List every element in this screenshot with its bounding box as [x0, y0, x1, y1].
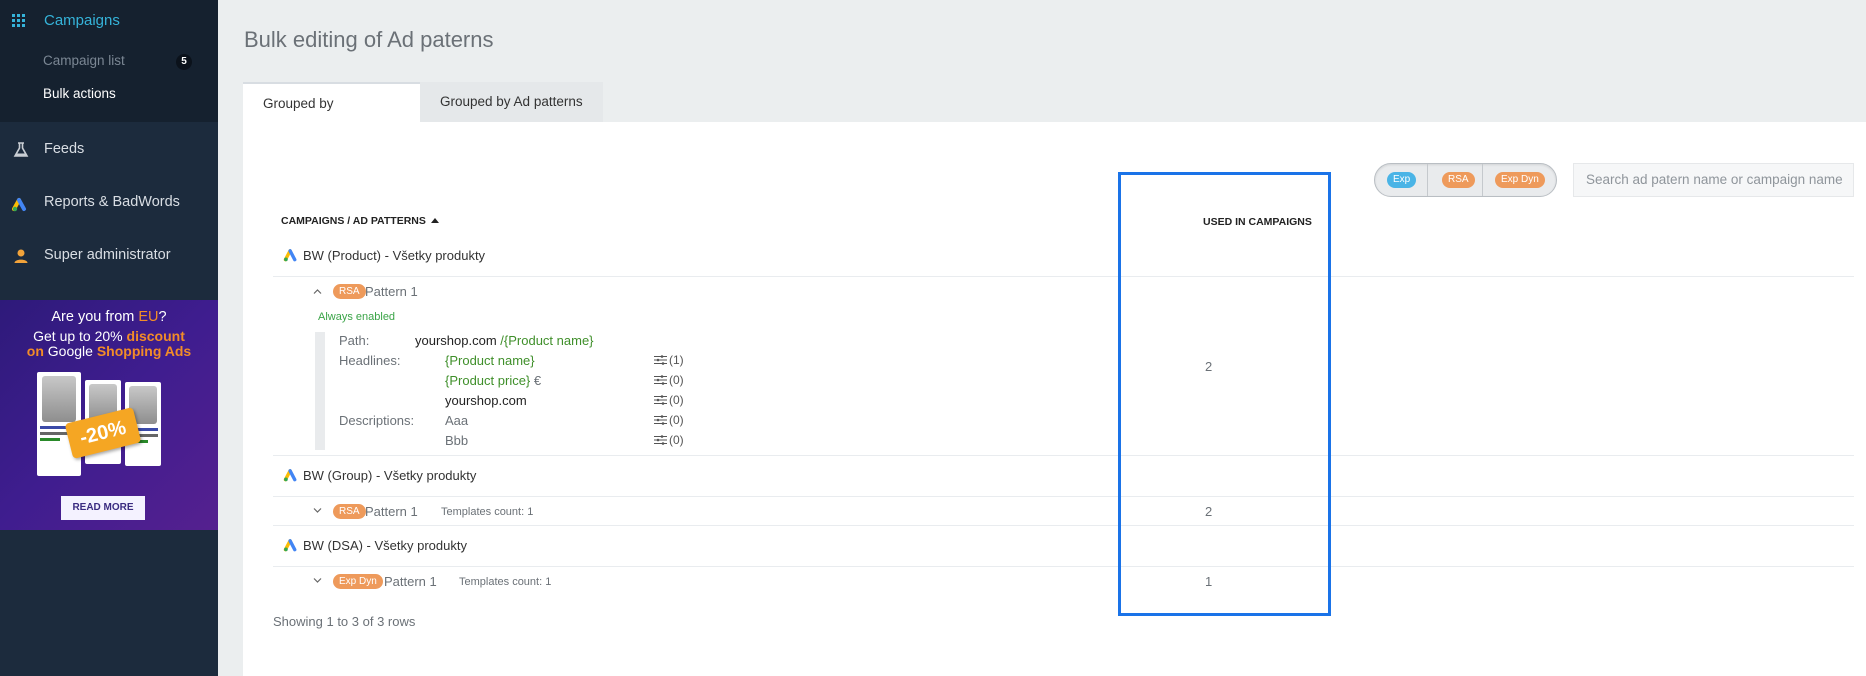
- search-input[interactable]: Search ad patern name or campaign name: [1573, 163, 1854, 197]
- filter-lines-icon: [654, 395, 667, 405]
- campaign-row: BW (DSA) - Všetky produkty: [283, 538, 467, 553]
- pattern-name[interactable]: Pattern 1: [384, 574, 437, 589]
- headline-1: {Product name}: [445, 353, 535, 368]
- divider: [273, 276, 1854, 277]
- promo-headline: Are you from EU?: [51, 309, 167, 325]
- description-1: Aaa: [445, 413, 469, 428]
- pattern-name[interactable]: Pattern 1: [365, 504, 418, 519]
- campaigns-subnav: Campaign list 5 Bulk actions: [0, 42, 218, 122]
- filter-lines-icon: [654, 435, 667, 445]
- campaign-name: BW (Product) - Všetky produkty: [303, 248, 486, 263]
- exp-dyn-badge: Exp Dyn: [333, 574, 383, 589]
- campaign-row: BW (Group) - Všetky produkty: [283, 468, 476, 483]
- divider: [273, 455, 1854, 456]
- path-label: Path:: [339, 333, 370, 348]
- nav-feeds[interactable]: Feeds: [0, 130, 218, 170]
- promo-banner[interactable]: Are you from EU? Get up to 20% discount …: [0, 300, 218, 530]
- chevron-up-icon[interactable]: [313, 287, 322, 296]
- detail-indent-bar: [315, 332, 325, 450]
- path-value: yourshop.com /{Product name}: [415, 333, 594, 348]
- description-2-count: (0): [654, 433, 684, 447]
- used-in-campaigns-highlight: [1118, 172, 1331, 616]
- pagination-info: Showing 1 to 3 of 3 rows: [273, 614, 416, 629]
- nav-super-admin[interactable]: Super administrator: [0, 236, 218, 276]
- apps-grid-icon: [12, 14, 25, 27]
- rsa-chip: RSA: [1442, 172, 1475, 188]
- filter-lines-icon: [654, 375, 667, 385]
- description-2: Bbb: [445, 433, 469, 448]
- nav-super-admin-label: Super administrator: [44, 247, 171, 263]
- templates-count: Templates count: 1: [459, 576, 552, 588]
- exp-dyn-chip: Exp Dyn: [1495, 172, 1545, 188]
- chevron-down-icon[interactable]: [313, 576, 322, 585]
- nav-reports[interactable]: Reports & BadWords: [0, 183, 218, 223]
- pattern-name[interactable]: Pattern 1: [365, 284, 418, 299]
- headline-3: yourshop.com: [445, 393, 527, 408]
- nav-campaigns-label: Campaigns: [44, 12, 120, 29]
- divider: [273, 566, 1854, 567]
- templates-count: Templates count: 1: [441, 506, 534, 518]
- filter-exp-dyn[interactable]: Exp Dyn: [1483, 164, 1556, 196]
- google-ads-icon: [283, 539, 297, 552]
- user-icon: [14, 249, 28, 263]
- nav-reports-label: Reports & BadWords: [44, 194, 180, 210]
- sidebar: Campaigns Campaign list 5 Bulk actions F…: [0, 0, 218, 676]
- filter-exp[interactable]: Exp: [1375, 164, 1428, 196]
- ad-type-filter: Exp RSA Exp Dyn: [1374, 163, 1557, 197]
- google-ads-icon: [283, 469, 297, 482]
- divider: [273, 496, 1854, 497]
- tab-grouped-by-ad-patterns[interactable]: Grouped by Ad patterns: [420, 82, 603, 122]
- campaign-row: BW (Product) - Všetky produkty: [283, 248, 485, 263]
- tab-grouped-by-campaigns[interactable]: Grouped by Campaigns: [243, 82, 420, 151]
- filter-lines-icon: [654, 415, 667, 425]
- headline-1-count: (1): [654, 353, 684, 367]
- rsa-badge: RSA: [333, 504, 366, 519]
- headline-2-count: (0): [654, 373, 684, 387]
- chevron-down-icon[interactable]: [313, 506, 322, 515]
- page-title: Bulk editing of Ad paterns: [244, 27, 494, 52]
- nav-campaigns[interactable]: Campaigns: [0, 0, 218, 42]
- description-1-count: (0): [654, 413, 684, 427]
- divider: [273, 525, 1854, 526]
- nav-feeds-label: Feeds: [44, 141, 85, 157]
- campaign-name: BW (DSA) - Všetky produkty: [303, 538, 467, 553]
- nav-bulk-actions[interactable]: Bulk actions: [43, 86, 116, 101]
- google-ads-icon: [283, 249, 297, 262]
- flask-icon: [13, 142, 29, 157]
- campaign-count-badge: 5: [176, 54, 192, 70]
- rsa-badge: RSA: [333, 284, 366, 299]
- filter-lines-icon: [654, 355, 667, 365]
- filter-rsa[interactable]: RSA: [1428, 164, 1483, 196]
- nav-campaign-list[interactable]: Campaign list: [43, 53, 125, 68]
- sort-asc-icon: [430, 218, 439, 223]
- read-more-button[interactable]: READ MORE: [61, 496, 145, 520]
- status-text: Always enabled: [318, 311, 396, 323]
- campaign-name: BW (Group) - Všetky produkty: [303, 468, 477, 483]
- promo-subtext: Get up to 20% discount on Google Shoppin…: [26, 328, 192, 359]
- column-header-campaigns[interactable]: CAMPAIGNS / AD PATTERNS: [281, 215, 439, 227]
- descriptions-label: Descriptions:: [339, 413, 415, 428]
- exp-chip: Exp: [1387, 172, 1417, 188]
- google-ads-icon: [12, 198, 26, 212]
- headline-2: {Product price} €: [445, 373, 542, 388]
- headlines-label: Headlines:: [339, 353, 401, 368]
- headline-3-count: (0): [654, 393, 684, 407]
